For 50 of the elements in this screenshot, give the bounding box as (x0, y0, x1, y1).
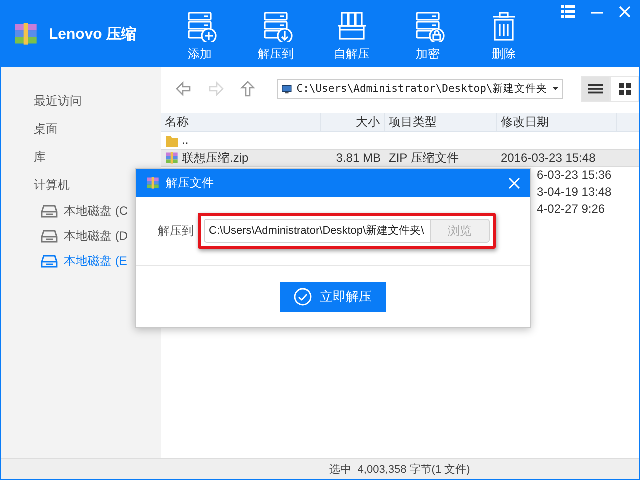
table-cell: ZIP 压缩文件 (389, 150, 459, 166)
toolbar-button[interactable]: 加密 (399, 2, 457, 66)
column-header[interactable]: 修改日期 (497, 113, 617, 131)
check-circle-icon (294, 288, 312, 306)
back-arrow-icon[interactable] (175, 81, 193, 97)
dialog-title: 解压文件 (166, 174, 215, 192)
archive-logo-icon (13, 21, 39, 47)
drive-item[interactable]: 本地磁盘 (D (41, 224, 128, 249)
table-cell: 6-03-23 15:36 (537, 167, 612, 184)
drive-icon (41, 255, 58, 268)
file-name: .. (182, 132, 189, 149)
address-field[interactable]: C:\Users\Administrator\Desktop\新建文件夹 (277, 79, 563, 99)
sidebar-item[interactable]: 最近访问 (34, 87, 82, 115)
archive-logo-icon (146, 176, 160, 190)
column-header[interactable]: 项目类型 (385, 113, 497, 131)
view-button[interactable] (610, 76, 639, 102)
table-cell: 3-04-19 13:48 (537, 184, 612, 201)
view-button[interactable] (581, 76, 610, 102)
toolbar-button[interactable]: 解压到 (247, 2, 305, 66)
path-field[interactable]: C:\Users\Administrator\Desktop\新建文件夹\ (204, 219, 430, 243)
toolbar-button[interactable]: 删除 (475, 2, 533, 66)
toolbar-button[interactable]: 添加 (171, 2, 229, 66)
archive-icon (165, 151, 179, 165)
up-arrow-icon[interactable] (239, 81, 257, 97)
table-cell: 2016-03-23 15:48 (501, 150, 596, 166)
dropdown-caret-icon[interactable] (552, 87, 558, 91)
sidebar-item[interactable]: 库 (34, 143, 46, 171)
drive-icon (41, 230, 58, 243)
sidebar-item[interactable]: 桌面 (34, 115, 58, 143)
close-icon[interactable] (619, 6, 631, 18)
drive-item[interactable]: 本地磁盘 (E (41, 249, 128, 274)
status-text: 选中 4,003,358 字节(1 文件) (330, 462, 470, 476)
table-cell: 3.81 MB (336, 150, 381, 166)
column-header[interactable]: 名称 (161, 113, 321, 131)
drive-icon (41, 205, 58, 218)
menu-icon[interactable] (561, 5, 575, 19)
list-view-icon (588, 83, 603, 95)
sidebar-item[interactable]: 计算机 (34, 171, 70, 199)
drive-item[interactable]: 本地磁盘 (C (41, 199, 128, 224)
box-icon (335, 10, 369, 42)
file-name: 联想压缩.zip (182, 150, 249, 166)
app-title: Lenovo 压缩 (49, 24, 137, 44)
grid-view-icon (618, 83, 630, 95)
extract-now-button[interactable]: 立即解压 (280, 282, 386, 312)
toolbar-button[interactable]: 自解压 (323, 2, 381, 66)
field-label: 解压到 (158, 222, 194, 240)
monitor-icon (282, 84, 292, 94)
close-icon[interactable] (509, 178, 520, 188)
table-cell: 4-02-27 9:26 (537, 201, 606, 218)
column-header[interactable]: 大小 (321, 113, 385, 131)
